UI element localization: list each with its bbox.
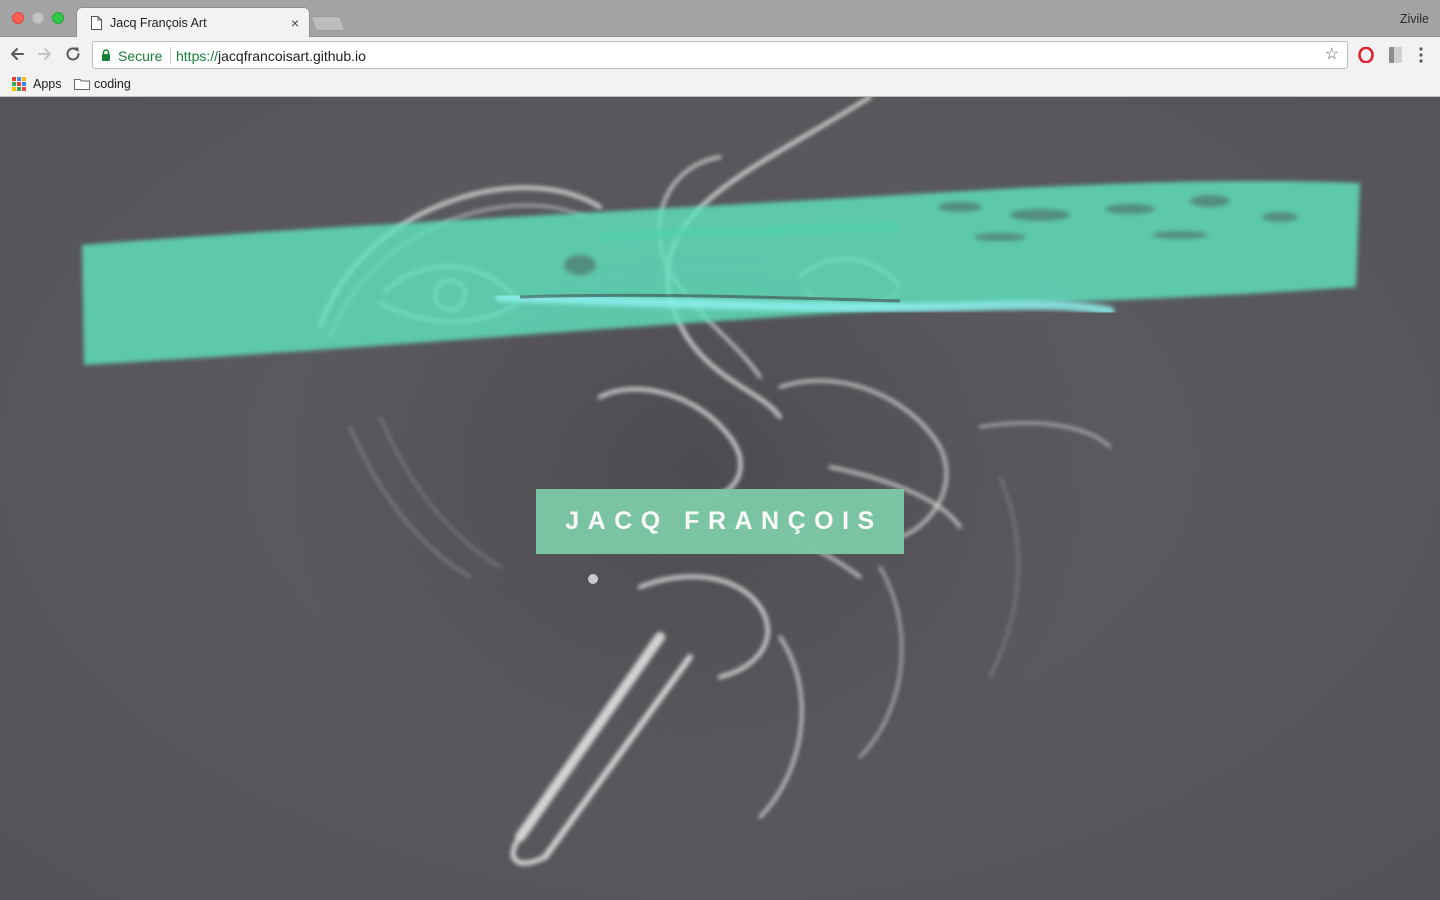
- address-bar[interactable]: Secure https://jacqfrancoisart.github.io…: [92, 41, 1348, 69]
- forward-arrow-icon[interactable]: [36, 45, 54, 63]
- bookmark-coding-folder[interactable]: coding: [74, 75, 131, 93]
- bookmark-label: coding: [94, 77, 131, 91]
- close-window-button[interactable]: [12, 12, 24, 24]
- lock-icon: [102, 49, 110, 61]
- page-icon: [91, 16, 102, 30]
- tab-close-icon[interactable]: ×: [291, 15, 299, 31]
- omnibox-divider: [170, 47, 171, 64]
- url-text[interactable]: https://jacqfrancoisart.github.io: [176, 48, 366, 64]
- bookmarks-bar: Apps coding: [0, 72, 1440, 97]
- tab-title: Jacq François Art: [110, 16, 207, 30]
- tab-strip: Jacq François Art × Zivile: [0, 0, 1440, 38]
- minimize-window-button[interactable]: [32, 12, 44, 24]
- extension-icon[interactable]: [1389, 47, 1402, 63]
- profile-name[interactable]: Zivile: [1400, 12, 1429, 26]
- star-icon[interactable]: ☆: [1325, 47, 1339, 63]
- secure-label: Secure: [118, 48, 163, 64]
- bookmark-apps[interactable]: Apps: [12, 75, 62, 93]
- new-tab-button[interactable]: [310, 16, 346, 31]
- bookmark-label: Apps: [33, 77, 62, 91]
- reload-icon[interactable]: [64, 45, 82, 63]
- tab-active[interactable]: Jacq François Art ×: [76, 7, 310, 38]
- folder-icon: [74, 79, 90, 90]
- apps-grid-icon: [12, 77, 26, 91]
- url-scheme: https://: [176, 48, 219, 64]
- menu-dots-icon[interactable]: [1418, 46, 1424, 64]
- hero-section: JACQ FRANÇOIS: [0, 97, 1440, 900]
- maximize-window-button[interactable]: [52, 12, 64, 24]
- opera-icon[interactable]: [1358, 47, 1374, 63]
- browser-toolbar: Secure https://jacqfrancoisart.github.io…: [0, 37, 1440, 72]
- site-title-box[interactable]: JACQ FRANÇOIS: [536, 489, 904, 554]
- url-host: jacqfrancoisart.github.io: [218, 48, 366, 64]
- site-title: JACQ FRANÇOIS: [565, 507, 883, 535]
- back-arrow-icon[interactable]: [8, 45, 26, 63]
